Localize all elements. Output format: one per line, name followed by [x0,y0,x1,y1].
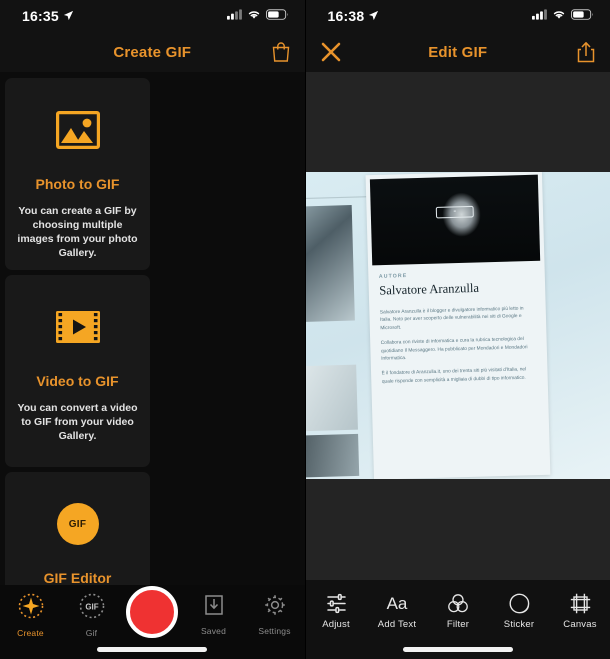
status-bar: 16:35 [0,0,305,32]
card-description: You can create a GIF by choosing multipl… [17,205,138,259]
page-title: Create GIF [113,43,192,61]
photo-thumbnail [305,433,359,478]
tab-label: Saved [200,626,227,636]
tool-adjust[interactable]: Adjust [308,592,364,630]
left-phone-screen: 16:35 Create GIF Photo to GIF You can cr… [0,0,305,659]
photo-image-icon [55,106,100,154]
glasses-icon [435,205,474,219]
filter-circles-icon [447,592,469,614]
right-phone-screen: 16:38 Edit GIF AUTORE Salvatore Aranzull… [304,0,610,659]
tool-label: Filter [446,619,470,630]
preview-photo: chiamate AUTORE Salvatore Aranzulla Salv… [305,172,610,479]
tool-filter[interactable]: Filter [430,592,486,630]
tool-canvas[interactable]: Canvas [552,592,608,630]
author-paragraph: Collabora con riviste di informatica e c… [380,335,528,361]
gif-badge-icon: GIF [56,500,99,548]
sparkle-star-icon [18,593,44,624]
card-description: You can convert a video to GIF from your… [17,402,138,442]
gear-icon [263,593,287,622]
sidebar-item-settings[interactable]: Settings [247,593,303,636]
right-navbar: Edit GIF [305,32,610,72]
author-kicker: AUTORE [378,272,407,280]
author-paragraph: È il fondatore di Aranzulla.it, uno dei … [381,366,526,384]
sidebar-item-saved[interactable]: Saved [186,593,242,636]
gif-dashed-circle-icon: GIF [79,593,105,624]
page-title: Edit GIF [428,43,488,61]
photo-thumbnail [305,205,355,323]
add-text-icon: Aa [386,593,408,613]
tab-label: Create [17,628,44,638]
status-time: 16:35 [22,8,59,24]
status-bar: 16:38 [305,0,610,32]
close-x-icon[interactable] [320,41,342,63]
sticker-icon [509,592,530,614]
wifi-icon [247,7,261,25]
photo-left-column: chiamate [305,186,383,479]
author-name: Salvatore Aranzulla [378,280,479,298]
author-card: AUTORE Salvatore Aranzulla Salvatore Ara… [365,172,550,479]
dual-screenshot: 16:35 Create GIF Photo to GIF You can cr… [0,0,610,659]
cellular-bars-icon [532,7,547,25]
status-time: 16:38 [327,8,365,24]
shopping-bag-icon[interactable] [271,41,291,63]
location-arrow-icon [63,8,74,24]
sidebar-item-create[interactable]: Create [3,593,59,638]
status-icons [226,7,289,25]
card-photo-to-gif[interactable]: Photo to GIF You can create a GIF by cho… [5,78,150,270]
status-time-group: 16:35 [22,8,74,24]
sliders-adjust-icon [326,592,347,614]
sidebar-item-gif[interactable]: GIF Gif [64,593,120,638]
status-icons [532,7,594,25]
card-title: Photo to GIF [35,176,120,192]
save-download-icon [202,593,226,622]
tool-label: Canvas [563,619,597,630]
tool-label: Adjust [322,619,350,630]
author-paragraph: Salvatore Aranzulla è il blogger e divul… [379,305,524,331]
tab-label: Settings [258,626,291,636]
location-arrow-icon [368,8,379,24]
share-export-icon[interactable] [576,41,596,63]
tool-label: Sticker [503,619,535,630]
canvas-crop-icon [570,592,591,614]
tool-add-text[interactable]: Aa Add Text [369,592,425,631]
tool-label: Add Text [377,619,417,630]
battery-icon [265,7,289,25]
gif-preview-canvas[interactable]: chiamate AUTORE Salvatore Aranzulla Salv… [305,72,610,580]
photo-thumbnail [305,364,358,432]
card-title: GIF Editor [43,570,112,586]
svg-text:GIF: GIF [85,602,98,611]
home-indicator [97,647,208,652]
author-portrait [369,174,540,266]
wifi-icon [552,7,566,25]
card-video-to-gif[interactable]: Video to GIF You can convert a video to … [5,275,150,467]
cellular-bars-icon [226,7,242,25]
gif-badge-label: GIF [56,503,99,545]
status-time-group: 16:38 [328,8,380,24]
create-gif-card-grid: Photo to GIF You can create a GIF by cho… [0,72,305,659]
battery-icon [571,7,594,25]
photo-content: chiamate AUTORE Salvatore Aranzulla Salv… [305,172,610,479]
tool-sticker[interactable]: Sticker [491,592,547,630]
tab-label: Gif [85,628,98,638]
home-indicator [402,647,513,652]
left-navbar: Create GIF [0,32,305,72]
record-button[interactable] [126,586,179,638]
video-filmstrip-icon [55,303,100,351]
card-title: Video to GIF [36,373,119,389]
author-text-block: AUTORE Salvatore Aranzulla Salvatore Ara… [378,269,537,392]
